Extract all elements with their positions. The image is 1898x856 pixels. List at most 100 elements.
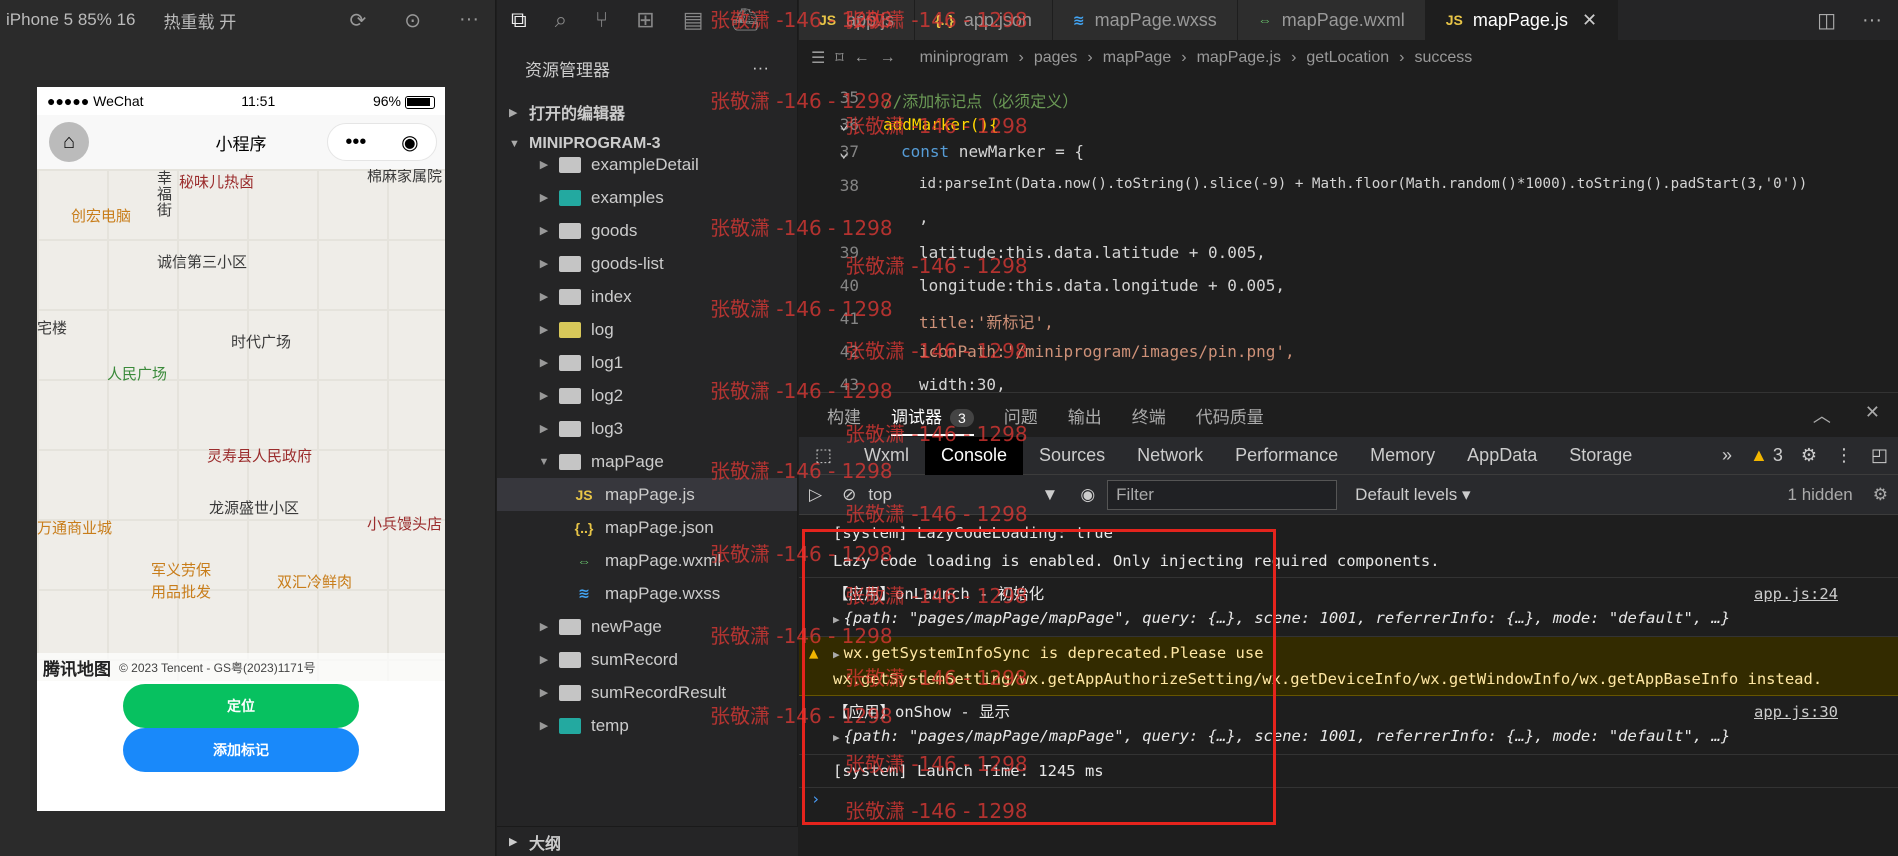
- search-icon[interactable]: ⌕: [555, 7, 567, 33]
- tree-item[interactable]: ▶ log1: [497, 346, 797, 379]
- docker-icon[interactable]: ⛴: [731, 7, 759, 33]
- capsule-menu[interactable]: ••• ◉: [327, 123, 437, 161]
- expand-arrow-icon[interactable]: ▶: [833, 731, 840, 744]
- close-icon[interactable]: ✕: [1582, 10, 1597, 31]
- menu-dots-icon[interactable]: •••: [345, 131, 366, 154]
- maximize-panel-icon[interactable]: ︿: [1813, 402, 1831, 428]
- tree-item[interactable]: ▶ sumRecord: [497, 643, 797, 676]
- device-selector[interactable]: iPhone 5 85% 16: [6, 10, 136, 30]
- breadcrumb-item[interactable]: miniprogram: [920, 49, 1009, 67]
- tree-item[interactable]: {..} mapPage.json: [497, 511, 797, 544]
- tab-storage[interactable]: Storage: [1553, 437, 1648, 475]
- code-area[interactable]: 35 36 37 38 39 40 41 42 43 ⌄ ⌄ //添加标记点（必…: [799, 76, 1898, 394]
- tab-console[interactable]: Console: [925, 436, 1024, 475]
- tree-item[interactable]: ▶ newPage: [497, 610, 797, 643]
- map-view[interactable]: 秘味儿热卤 幸福街 棉麻家属院 创宏电脑 诚信第三小区 宅楼 时代广场 人民广场…: [37, 169, 445, 681]
- tree-item[interactable]: ▶text: [497, 742, 797, 748]
- hot-reload-toggle[interactable]: 热重载 开: [164, 8, 237, 33]
- tab-wxml[interactable]: Wxml: [848, 437, 925, 475]
- add-marker-button[interactable]: 添加标记: [123, 728, 359, 772]
- tab-problems[interactable]: 问题: [1004, 403, 1038, 428]
- sidebar-toggle-icon[interactable]: ▷: [809, 485, 822, 505]
- breadcrumb-item[interactable]: getLocation: [1306, 49, 1389, 67]
- storage-icon[interactable]: ▤: [683, 7, 704, 33]
- editor-tabs: JS app.js {..} app.json ≋ mapPage.wxss ⇔ map…: [799, 0, 1898, 40]
- tree-item[interactable]: ▶ index: [497, 280, 797, 313]
- tab-app-json[interactable]: {..} app.json: [915, 0, 1053, 40]
- tab-build[interactable]: 构建: [827, 403, 861, 428]
- breadcrumb-item[interactable]: success: [1414, 49, 1472, 67]
- bookmark-icon[interactable]: ⌑: [835, 48, 843, 68]
- forward-icon[interactable]: →: [880, 49, 896, 67]
- fold-chevron-icon[interactable]: ⌄: [839, 114, 849, 133]
- tab-output[interactable]: 输出: [1068, 403, 1102, 428]
- tree-item[interactable]: ▼ mapPage: [497, 445, 797, 478]
- tab-app-js[interactable]: JS app.js: [799, 0, 916, 40]
- breadcrumb-item[interactable]: pages: [1034, 49, 1078, 67]
- tab-sources[interactable]: Sources: [1023, 437, 1121, 475]
- tab-terminal[interactable]: 终端: [1132, 403, 1166, 428]
- tree-item[interactable]: ▶ temp: [497, 709, 797, 742]
- breadcrumb-item[interactable]: mapPage: [1103, 49, 1172, 67]
- clear-console-icon[interactable]: ⊘: [842, 485, 856, 505]
- tree-item[interactable]: ▶ log2: [497, 379, 797, 412]
- tab-mappage-wxml[interactable]: ⇔ mapPage.wxml: [1237, 0, 1426, 40]
- more-tabs-icon[interactable]: »: [1722, 445, 1732, 466]
- more-vertical-icon[interactable]: ⋮: [1835, 445, 1853, 466]
- source-control-icon[interactable]: ⑂: [595, 7, 608, 33]
- refresh-icon[interactable]: ⟳: [349, 8, 366, 33]
- folder-icon: [559, 387, 581, 404]
- tab-mappage-js[interactable]: JS mapPage.js ✕: [1425, 0, 1619, 40]
- warning-counter[interactable]: ▲ 3: [1750, 445, 1783, 466]
- tab-performance[interactable]: Performance: [1219, 437, 1354, 475]
- eye-icon[interactable]: ◉: [1080, 485, 1095, 505]
- source-link[interactable]: app.js:30: [1754, 700, 1838, 724]
- log-levels-dropdown[interactable]: Default levels ▾: [1355, 485, 1470, 505]
- context-selector[interactable]: top ▼: [868, 485, 1068, 505]
- more-icon[interactable]: ···: [1862, 9, 1882, 32]
- split-editor-icon[interactable]: ◫: [1817, 8, 1836, 33]
- close-panel-icon[interactable]: ✕: [1865, 402, 1880, 428]
- tree-item[interactable]: ▶ examples: [497, 181, 797, 214]
- locate-button[interactable]: 定位: [123, 684, 359, 728]
- map-label: 军义劳保: [151, 562, 212, 579]
- tab-network[interactable]: Network: [1121, 437, 1219, 475]
- console-prompt[interactable]: ›: [799, 788, 1898, 808]
- tree-item[interactable]: JS mapPage.js: [497, 478, 797, 511]
- fold-chevron-icon[interactable]: ⌄: [839, 142, 849, 161]
- tree-item[interactable]: ≋ mapPage.wxss: [497, 577, 797, 610]
- tab-debugger[interactable]: 调试器 3: [891, 395, 974, 436]
- files-icon[interactable]: ⧉: [511, 7, 527, 33]
- tab-code-quality[interactable]: 代码质量: [1196, 403, 1264, 428]
- more-icon[interactable]: ···: [752, 58, 769, 78]
- open-editors-section[interactable]: ▶ 打开的编辑器: [497, 96, 797, 128]
- dock-icon[interactable]: ◰: [1871, 445, 1888, 466]
- tab-appdata[interactable]: AppData: [1451, 437, 1553, 475]
- filter-input[interactable]: Filter: [1107, 479, 1338, 510]
- tree-item[interactable]: ▶ sumRecordResult: [497, 676, 797, 709]
- list-icon[interactable]: ☰: [811, 48, 825, 68]
- expandable-object[interactable]: ▶ {path: "pages/mapPage/mapPage", query: …: [833, 724, 1898, 750]
- console-settings-icon[interactable]: ⚙: [1873, 485, 1888, 505]
- stop-icon[interactable]: ⊙: [404, 8, 421, 33]
- tab-mappage-wxss[interactable]: ≋ mapPage.wxss: [1052, 0, 1238, 40]
- back-icon[interactable]: ←: [854, 49, 870, 67]
- source-link[interactable]: app.js:24: [1754, 582, 1838, 606]
- more-icon[interactable]: ···: [459, 8, 479, 33]
- breadcrumb-item[interactable]: mapPage.js: [1197, 49, 1282, 67]
- tree-item[interactable]: ▶ goods: [497, 214, 797, 247]
- tree-item[interactable]: ▶ log3: [497, 412, 797, 445]
- close-mini-program-icon[interactable]: ◉: [401, 130, 418, 155]
- extensions-icon[interactable]: ⊞: [636, 7, 654, 33]
- tab-memory[interactable]: Memory: [1354, 437, 1451, 475]
- carrier-label: ●●●●● WeChat: [47, 93, 144, 109]
- inspect-element-icon[interactable]: ⬚: [799, 437, 848, 475]
- tree-item[interactable]: ▶ goods-list: [497, 247, 797, 280]
- settings-gear-icon[interactable]: ⚙: [1801, 445, 1817, 466]
- tree-item[interactable]: ⇔ mapPage.wxml: [497, 544, 797, 577]
- expandable-object[interactable]: ▶ {path: "pages/mapPage/mapPage", query: …: [833, 606, 1898, 632]
- tree-item[interactable]: ▶ log: [497, 313, 797, 346]
- outline-section[interactable]: ▶ 大纲: [497, 826, 798, 856]
- expand-arrow-icon[interactable]: ▶: [833, 613, 840, 626]
- expand-arrow-icon[interactable]: ▶: [833, 648, 840, 661]
